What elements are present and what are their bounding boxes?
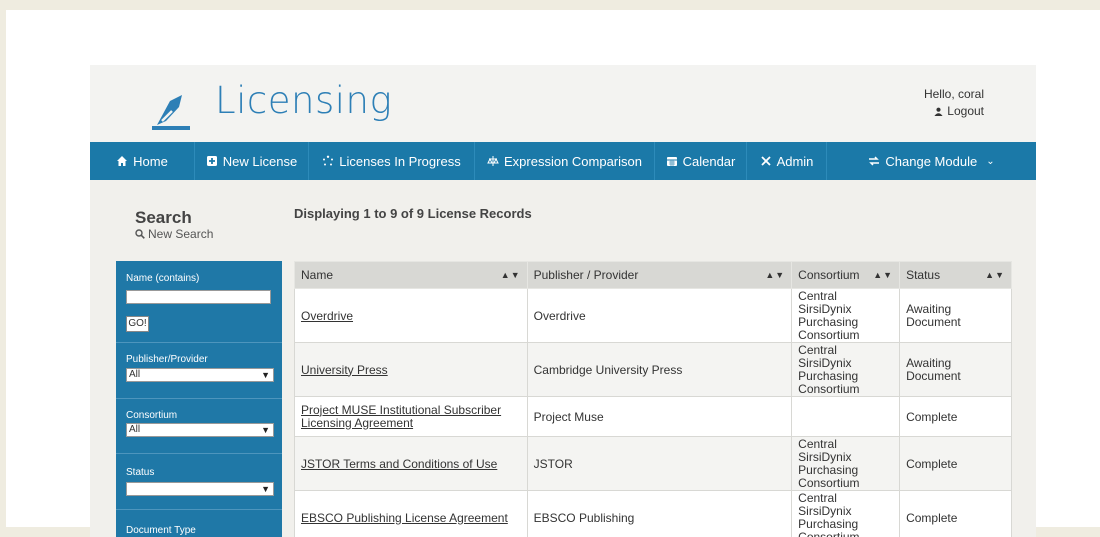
results-summary: Displaying 1 to 9 of 9 License Records <box>294 206 532 221</box>
status-select[interactable]: ▼ <box>126 482 274 496</box>
filter-consortium: Consortium All ▼ <box>116 399 282 454</box>
filter-document-type: Document Type <box>116 510 282 537</box>
column-header-consortium[interactable]: Consortium▲▼ <box>792 262 900 289</box>
new-search-label: New Search <box>148 227 213 241</box>
greeting-text: Hello, coral <box>924 86 984 103</box>
status-cell: Complete <box>900 491 1012 537</box>
publisher-cell: Project Muse <box>527 397 792 437</box>
main-nav: Home New License Licenses In Progress Ex… <box>90 142 1036 180</box>
nav-change-module-label: Change Module <box>885 154 977 169</box>
column-header-status[interactable]: Status▲▼ <box>900 262 1012 289</box>
name-input[interactable] <box>126 290 271 304</box>
publisher-filter-label: Publisher/Provider <box>126 354 208 365</box>
calendar-icon <box>666 155 678 167</box>
logout-label: Logout <box>947 103 984 120</box>
consortium-cell <box>792 397 900 437</box>
pen-logo-icon <box>148 91 198 131</box>
license-name-link[interactable]: JSTOR Terms and Conditions of Use <box>301 457 497 471</box>
license-name-link[interactable]: University Press <box>301 363 388 377</box>
search-title: Search <box>135 208 192 228</box>
status-filter-label: Status <box>126 467 154 478</box>
nav-calendar[interactable]: Calendar <box>655 142 747 180</box>
consortium-cell: Central SirsiDynix Purchasing Consortium <box>792 491 900 537</box>
status-cell: Complete <box>900 397 1012 437</box>
sort-icon[interactable]: ▲▼ <box>985 270 1005 280</box>
app-window: Licensing Hello, coral Logout Home New L… <box>90 65 1036 537</box>
tools-icon <box>760 155 772 167</box>
nav-change-module[interactable]: Change Module ⌄ <box>827 142 1036 180</box>
table-row: Project MUSE Institutional Subscriber Li… <box>295 397 1012 437</box>
publisher-select-value: All <box>129 369 140 380</box>
license-name-link[interactable]: EBSCO Publishing License Agreement <box>301 511 508 525</box>
consortium-cell: Central SirsiDynix Purchasing Consortium <box>792 437 900 491</box>
logout-link[interactable]: Logout <box>934 103 984 120</box>
swap-icon <box>868 155 880 167</box>
nav-calendar-label: Calendar <box>683 154 736 169</box>
consortium-select-value: All <box>129 424 140 435</box>
column-header-name[interactable]: Name▲▼ <box>295 262 528 289</box>
nav-admin[interactable]: Admin <box>747 142 827 180</box>
publisher-cell: EBSCO Publishing <box>527 491 792 537</box>
caret-down-icon: ▼ <box>261 424 270 436</box>
filter-sidebar: Name (contains) GO! Publisher/Provider A… <box>116 261 282 537</box>
publisher-cell: JSTOR <box>527 437 792 491</box>
spinner-icon <box>322 155 334 167</box>
license-table: Name▲▼ Publisher / Provider▲▼ Consortium… <box>294 261 1012 537</box>
column-header-publisher[interactable]: Publisher / Provider▲▼ <box>527 262 792 289</box>
license-name-link[interactable]: Project MUSE Institutional Subscriber Li… <box>301 403 501 430</box>
license-name-link[interactable]: Overdrive <box>301 309 353 323</box>
plus-square-icon <box>206 155 218 167</box>
table-row: JSTOR Terms and Conditions of Use JSTOR … <box>295 437 1012 491</box>
publisher-cell: Overdrive <box>527 289 792 343</box>
nav-new-license-label: New License <box>223 154 297 169</box>
new-search-link[interactable]: New Search <box>135 227 213 241</box>
consortium-cell: Central SirsiDynix Purchasing Consortium <box>792 343 900 397</box>
table-row: Overdrive Overdrive Central SirsiDynix P… <box>295 289 1012 343</box>
status-cell: Complete <box>900 437 1012 491</box>
caret-down-icon: ▼ <box>261 369 270 381</box>
status-cell: Awaiting Document <box>900 343 1012 397</box>
consortium-filter-label: Consortium <box>126 410 177 421</box>
consortium-select[interactable]: All ▼ <box>126 423 274 437</box>
header: Licensing Hello, coral Logout <box>90 65 1036 142</box>
page-background: Licensing Hello, coral Logout Home New L… <box>6 10 1100 527</box>
table-row: EBSCO Publishing License Agreement EBSCO… <box>295 491 1012 537</box>
nav-new-license[interactable]: New License <box>195 142 309 180</box>
nav-expression-comparison-label: Expression Comparison <box>504 154 642 169</box>
home-icon <box>116 155 128 167</box>
nav-expression-comparison[interactable]: Expression Comparison <box>475 142 655 180</box>
go-button[interactable]: GO! <box>126 316 149 332</box>
filter-name: Name (contains) GO! <box>116 261 282 343</box>
nav-licenses-in-progress[interactable]: Licenses In Progress <box>309 142 475 180</box>
user-area: Hello, coral Logout <box>924 86 984 121</box>
nav-home[interactable]: Home <box>90 142 195 180</box>
nav-admin-label: Admin <box>777 154 814 169</box>
sort-icon[interactable]: ▲▼ <box>873 270 893 280</box>
consortium-cell: Central SirsiDynix Purchasing Consortium <box>792 289 900 343</box>
compare-icon <box>487 155 499 167</box>
publisher-cell: Cambridge University Press <box>527 343 792 397</box>
sort-icon[interactable]: ▲▼ <box>501 270 521 280</box>
nav-home-label: Home <box>133 154 168 169</box>
chevron-down-icon: ⌄ <box>986 156 994 167</box>
table-header-row: Name▲▼ Publisher / Provider▲▼ Consortium… <box>295 262 1012 289</box>
filter-status: Status ▼ <box>116 454 282 510</box>
nav-licenses-in-progress-label: Licenses In Progress <box>339 154 460 169</box>
name-filter-label: Name (contains) <box>126 273 199 284</box>
table-row: University Press Cambridge University Pr… <box>295 343 1012 397</box>
user-icon <box>934 107 943 116</box>
caret-down-icon: ▼ <box>261 483 270 495</box>
app-title: Licensing <box>215 79 392 122</box>
publisher-select[interactable]: All ▼ <box>126 368 274 382</box>
search-icon <box>135 229 145 239</box>
sort-icon[interactable]: ▲▼ <box>765 270 785 280</box>
filter-publisher: Publisher/Provider All ▼ <box>116 343 282 399</box>
status-cell: Awaiting Document <box>900 289 1012 343</box>
